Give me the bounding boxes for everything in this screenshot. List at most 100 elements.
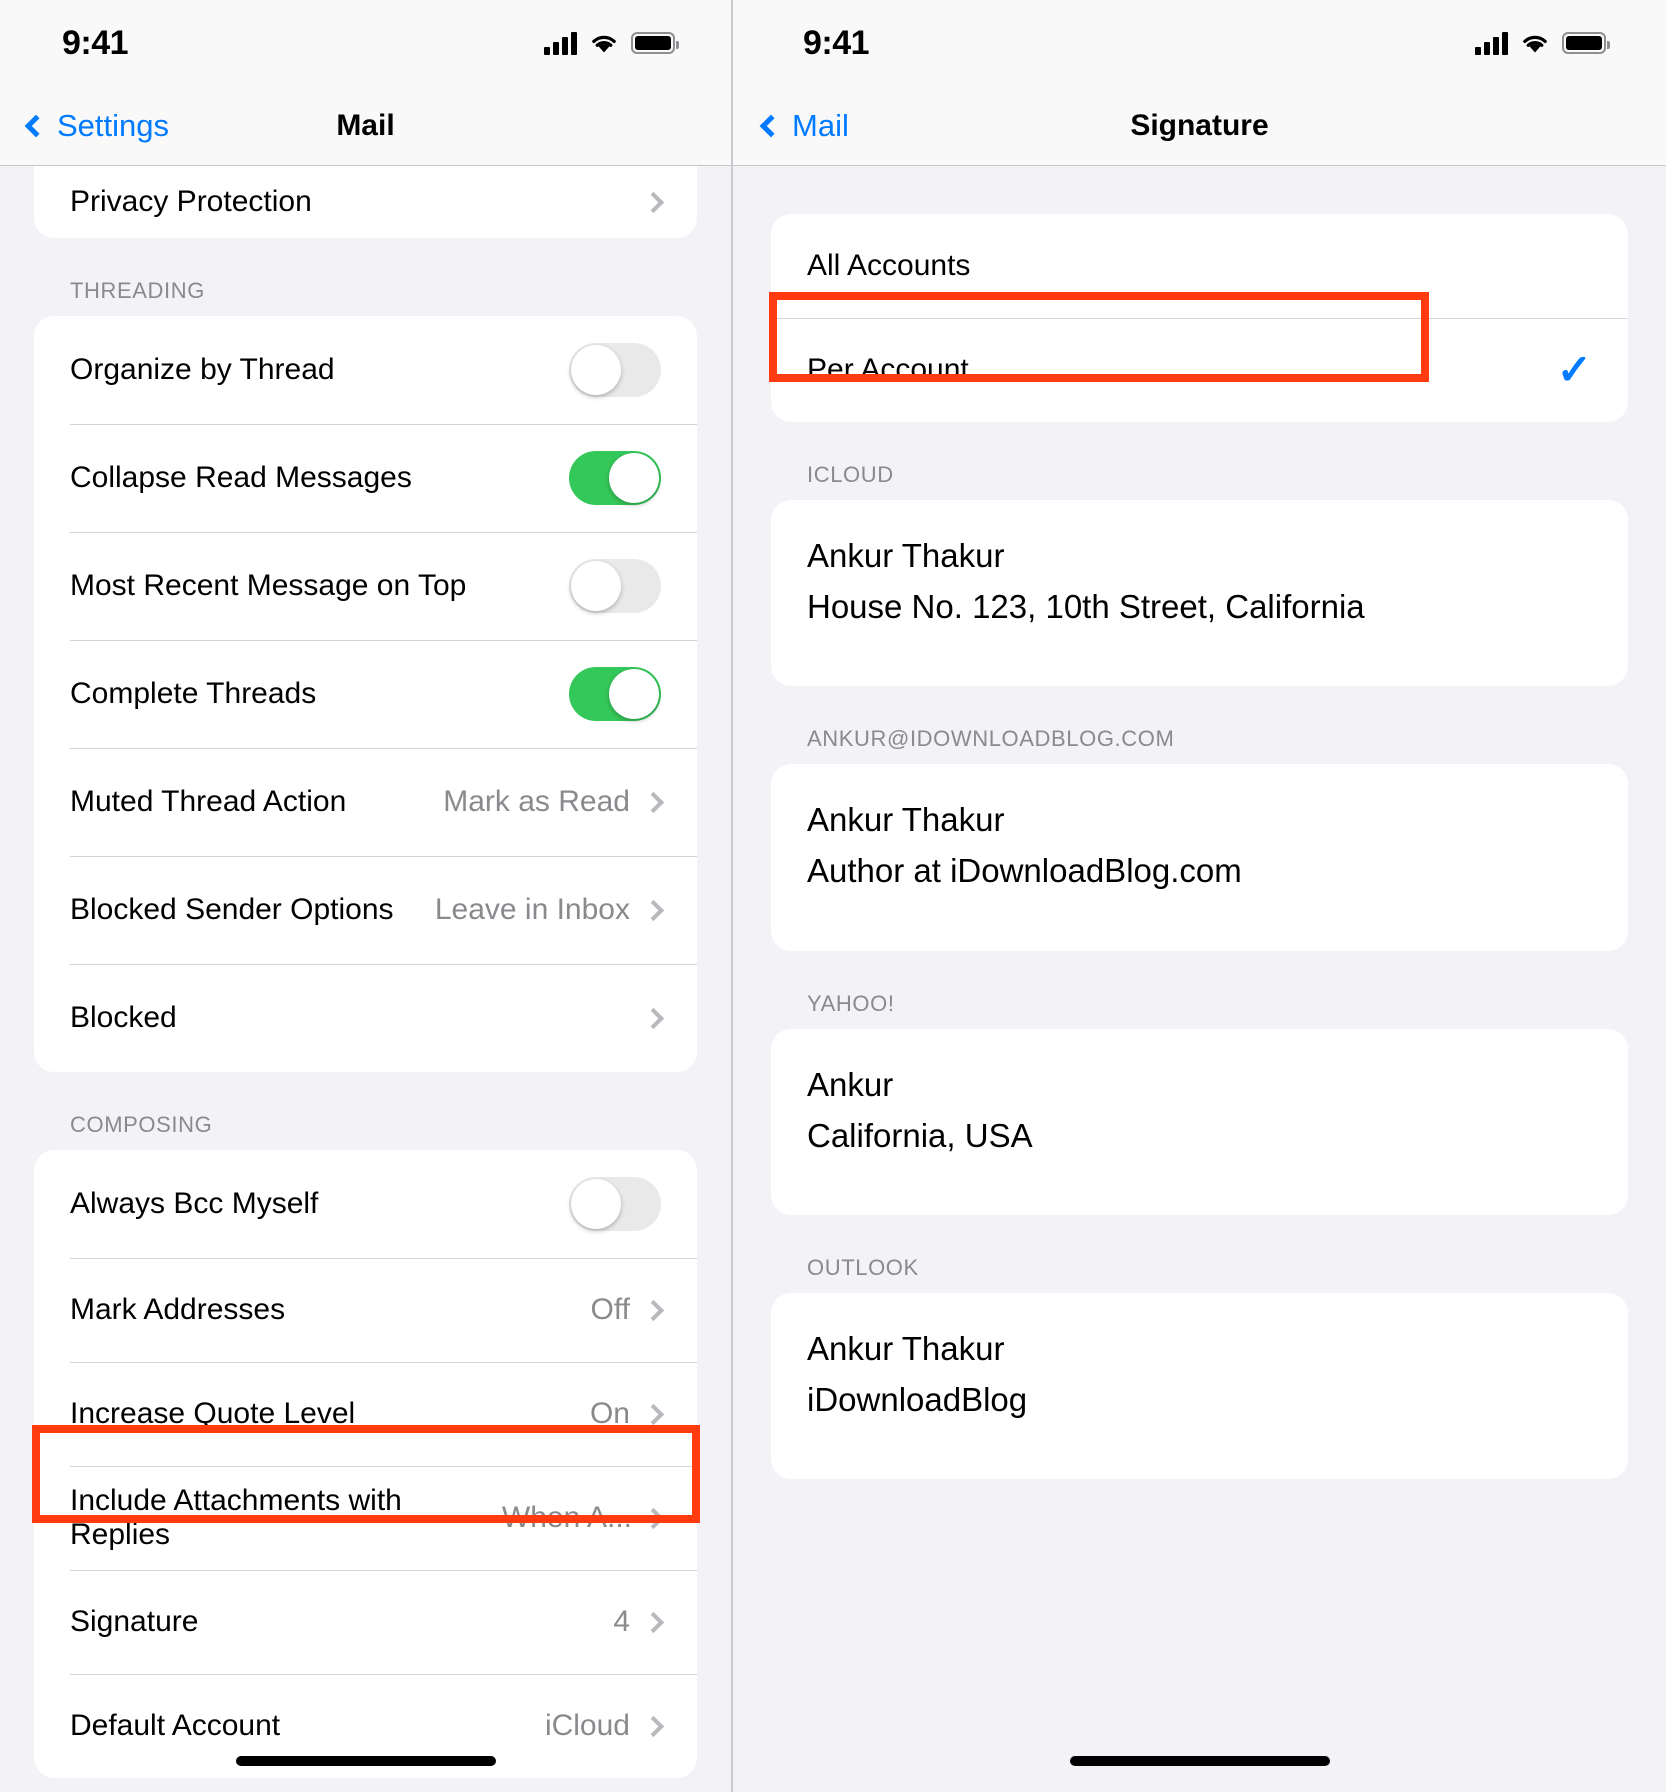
row-blocked-sender-options[interactable]: Blocked Sender Options Leave in Inbox <box>34 856 697 964</box>
signature-list[interactable]: All Accounts Per Account ✓ ICLOUD Ankur … <box>733 166 1666 1792</box>
row-label: Collapse Read Messages <box>70 461 412 494</box>
toggle-always-bcc-myself[interactable] <box>569 1177 661 1231</box>
row-label: Most Recent Message on Top <box>70 569 467 602</box>
privacy-card: Privacy Protection <box>34 166 697 238</box>
dual-screenshot: 9:41 Settings Mail Privacy Protection TH… <box>0 0 1666 1792</box>
row-value: iCloud <box>544 1709 630 1742</box>
row-include-attachments-with-replies[interactable]: Include Attachments with Replies When A.… <box>34 1466 697 1570</box>
chevron-left-icon <box>24 114 48 137</box>
row-blocked[interactable]: Blocked <box>34 964 697 1072</box>
row-complete-threads[interactable]: Complete Threads <box>34 640 697 748</box>
row-privacy-protection[interactable]: Privacy Protection <box>34 166 697 238</box>
row-collapse-read-messages[interactable]: Collapse Read Messages <box>34 424 697 532</box>
option-per-account[interactable]: Per Account ✓ <box>771 318 1628 422</box>
row-value: 4 <box>613 1605 630 1638</box>
row-value: Mark as Read <box>443 785 630 818</box>
row-muted-thread-action[interactable]: Muted Thread Action Mark as Read <box>34 748 697 856</box>
chevron-right-icon <box>642 1299 665 1321</box>
option-label: Per Account <box>807 353 969 386</box>
signature-line: Ankur <box>807 1065 894 1103</box>
section-header-composing: COMPOSING <box>70 1112 213 1137</box>
chevron-right-icon <box>642 1507 665 1529</box>
signature-block-idownloadblog[interactable]: Ankur Thakur Author at iDownloadBlog.com <box>771 764 1628 951</box>
row-value: Leave in Inbox <box>434 893 630 926</box>
wifi-icon <box>1523 35 1547 52</box>
chevron-right-icon <box>642 1715 665 1737</box>
toggle-complete-threads[interactable] <box>569 667 661 721</box>
mail-settings-screen: 9:41 Settings Mail Privacy Protection TH… <box>0 0 733 1792</box>
status-time: 9:41 <box>62 23 129 62</box>
row-label: Signature <box>70 1605 199 1638</box>
status-bar: 9:41 <box>733 0 1666 86</box>
toggle-most-recent-message-on-top[interactable] <box>569 559 661 613</box>
row-label: Blocked <box>70 1001 177 1034</box>
signature-scope-card: All Accounts Per Account ✓ <box>771 214 1628 422</box>
checkmark-icon: ✓ <box>1556 346 1592 393</box>
row-label: Always Bcc Myself <box>70 1187 319 1220</box>
status-icons <box>544 31 679 55</box>
signature-block-icloud[interactable]: Ankur Thakur House No. 123, 10th Street,… <box>771 500 1628 687</box>
row-label: Mark Addresses <box>70 1293 286 1326</box>
section-header-idownloadblog: ANKUR@IDOWNLOADBLOG.COM <box>807 726 1175 752</box>
row-always-bcc-myself[interactable]: Always Bcc Myself <box>34 1150 697 1258</box>
nav-bar: Mail Signature <box>733 86 1666 166</box>
row-value: On <box>589 1397 630 1430</box>
section-header-outlook: OUTLOOK <box>807 1254 919 1280</box>
row-label: Muted Thread Action <box>70 785 347 818</box>
toggle-collapse-read-messages[interactable] <box>569 451 661 505</box>
row-label: Include Attachments with Replies <box>70 1484 402 1551</box>
threading-card: Organize by Thread Collapse Read Message… <box>34 316 697 1072</box>
row-label: Complete Threads <box>70 677 317 710</box>
row-label: Default Account <box>70 1709 281 1742</box>
row-organize-by-thread[interactable]: Organize by Thread <box>34 316 697 424</box>
chevron-right-icon <box>642 1611 665 1633</box>
nav-bar: Settings Mail <box>0 86 731 166</box>
composing-footnote: Messages created outside of Mail will be… <box>0 1778 680 1792</box>
toggle-organize-by-thread[interactable] <box>569 343 661 397</box>
signature-line: iDownloadBlog <box>807 1380 1028 1418</box>
signature-line: House No. 123, 10th Street, California <box>807 588 1365 626</box>
home-indicator <box>1069 1756 1330 1766</box>
settings-list[interactable]: Privacy Protection THREADING Organize by… <box>0 166 731 1792</box>
signature-block-yahoo[interactable]: Ankur California, USA <box>771 1028 1628 1215</box>
home-indicator <box>235 1756 496 1766</box>
signature-line: Ankur Thakur <box>807 1329 1005 1367</box>
page-title: Signature <box>1130 108 1269 142</box>
chevron-right-icon <box>642 899 665 921</box>
signature-block-outlook[interactable]: Ankur Thakur iDownloadBlog <box>771 1292 1628 1480</box>
option-all-accounts[interactable]: All Accounts <box>771 214 1628 318</box>
row-mark-addresses[interactable]: Mark Addresses Off <box>34 1258 697 1362</box>
chevron-right-icon <box>642 191 665 213</box>
status-time: 9:41 <box>803 23 870 62</box>
row-label: Privacy Protection <box>70 185 312 218</box>
cellular-bars-icon <box>1475 31 1508 55</box>
section-header-icloud: ICLOUD <box>807 462 894 487</box>
wifi-icon <box>592 35 616 52</box>
back-button-label: Settings <box>57 107 170 143</box>
back-button-mail[interactable]: Mail <box>759 108 849 144</box>
row-value: Off <box>590 1293 630 1326</box>
row-label: Blocked Sender Options <box>70 893 394 926</box>
back-button-settings[interactable]: Settings <box>24 107 170 144</box>
row-increase-quote-level[interactable]: Increase Quote Level On <box>34 1362 697 1466</box>
section-header-yahoo: YAHOO! <box>807 990 895 1016</box>
signature-line: Ankur Thakur <box>807 801 1005 839</box>
composing-card: Always Bcc Myself Mark Addresses Off Inc… <box>34 1150 697 1778</box>
chevron-left-icon <box>759 114 783 137</box>
row-most-recent-message-on-top[interactable]: Most Recent Message on Top <box>34 532 697 640</box>
option-label: All Accounts <box>807 249 971 282</box>
signature-screen: 9:41 Mail Signature All Accounts Per Acc… <box>733 0 1666 1792</box>
row-label: Organize by Thread <box>70 353 335 386</box>
row-signature[interactable]: Signature 4 <box>34 1570 697 1674</box>
section-header-threading: THREADING <box>70 278 205 303</box>
cellular-bars-icon <box>544 31 577 55</box>
status-icons <box>1475 31 1610 55</box>
status-bar: 9:41 <box>0 0 731 86</box>
signature-line: California, USA <box>807 1116 1033 1154</box>
battery-icon <box>631 32 679 54</box>
chevron-right-icon <box>642 1007 665 1029</box>
battery-icon <box>1562 32 1610 54</box>
chevron-right-icon <box>642 791 665 813</box>
row-label: Increase Quote Level <box>70 1397 356 1430</box>
row-value: When A... <box>501 1501 632 1534</box>
